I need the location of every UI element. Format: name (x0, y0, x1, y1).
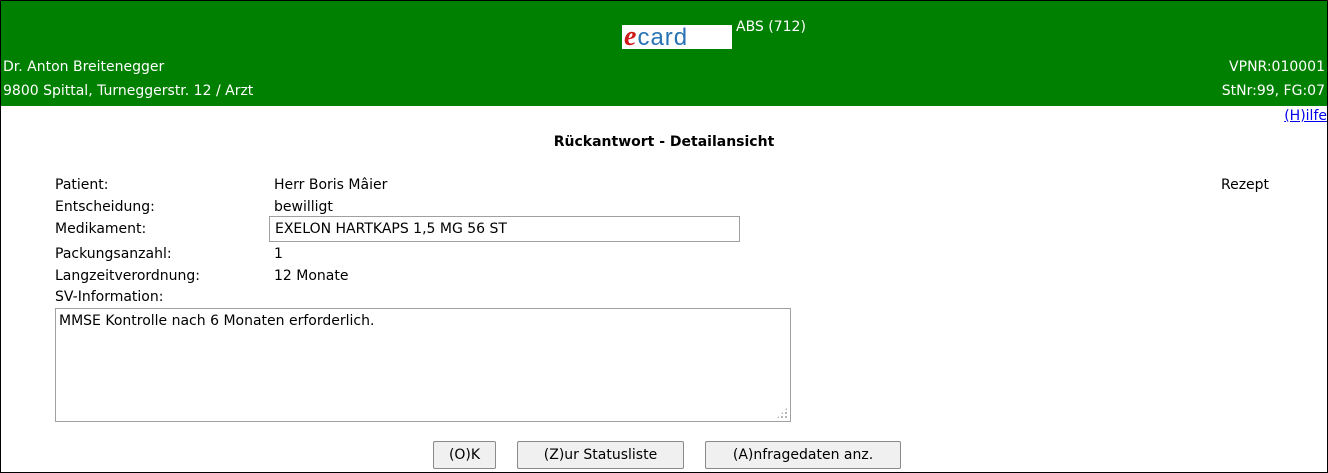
header-bar: ecard ABS (712) Dr. Anton Breitenegger 9… (1, 1, 1327, 106)
patient-label: Patient: (55, 177, 109, 193)
vpnr: VPNR:010001 (1229, 59, 1325, 75)
entscheidung-value: bewilligt (274, 199, 333, 215)
page-title: Rückantwort - Detailansicht (553, 134, 775, 150)
packungsanzahl-label: Packungsanzahl: (55, 246, 172, 262)
anfragedaten-button[interactable]: (A)nfragedaten anz. (705, 441, 901, 469)
sv-information-field[interactable]: MMSE Kontrolle nach 6 Monaten erforderli… (55, 308, 791, 422)
ok-button[interactable]: (O)K (433, 441, 496, 469)
medikament-label: Medikament: (55, 221, 147, 237)
langzeitverordnung-value: 12 Monate (274, 268, 349, 284)
ecard-logo: ecard (622, 23, 732, 51)
stnr-fg: StNr:99, FG:07 (1221, 83, 1325, 99)
medikament-field[interactable] (269, 216, 740, 242)
patient-value: Herr Boris Mâier (274, 177, 388, 193)
document-type: Rezept (1221, 177, 1270, 193)
system-title: ABS (712) (736, 19, 806, 35)
doctor-address: 9800 Spittal, Turneggerstr. 12 / Arzt (3, 83, 254, 99)
logo-e: e (624, 21, 638, 52)
logo-row: ecard ABS (712) (1, 1, 1327, 51)
sv-information-label: SV-Information: (55, 289, 164, 305)
doctor-name: Dr. Anton Breitenegger (3, 59, 165, 75)
langzeitverordnung-label: Langzeitverordnung: (55, 268, 201, 284)
window-frame: ecard ABS (712) Dr. Anton Breitenegger 9… (0, 0, 1328, 473)
logo-card: card (637, 24, 689, 51)
help-link[interactable]: (H)ilfe (1284, 108, 1327, 124)
packungsanzahl-value: 1 (274, 246, 283, 262)
entscheidung-label: Entscheidung: (55, 199, 155, 215)
statusliste-button[interactable]: (Z)ur Statusliste (517, 441, 684, 469)
